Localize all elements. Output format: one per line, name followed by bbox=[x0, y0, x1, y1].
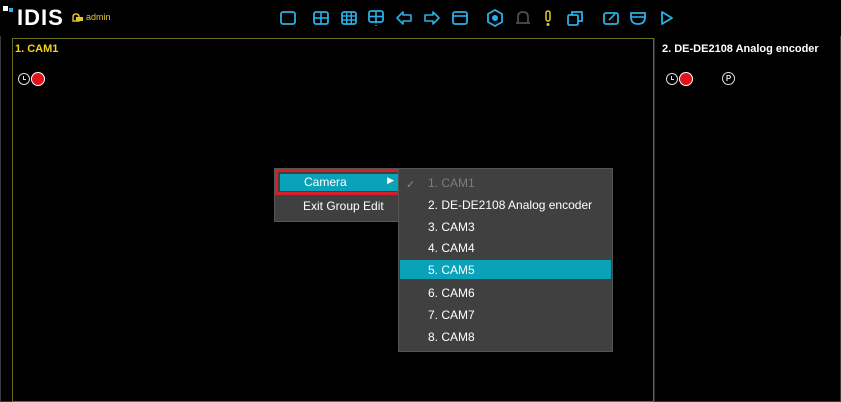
pane-2-title: 2. DE-DE2108 Analog encoder bbox=[662, 43, 819, 55]
play-icon[interactable] bbox=[656, 8, 676, 28]
check-icon: ✓ bbox=[406, 179, 416, 191]
camera-group-icon[interactable] bbox=[485, 8, 505, 28]
camera-option-8[interactable]: 8. CAM8 bbox=[428, 330, 475, 344]
record-indicator-icon bbox=[31, 72, 45, 86]
user-badge[interactable]: admin bbox=[72, 12, 111, 22]
camera-option-1: 1. CAM1 bbox=[428, 176, 475, 190]
ptz-icon[interactable] bbox=[628, 8, 648, 28]
custom-layout-icon[interactable] bbox=[366, 8, 386, 28]
grid-9-layout-icon[interactable] bbox=[339, 8, 359, 28]
user-key-icon bbox=[72, 12, 83, 22]
single-layout-icon[interactable] bbox=[278, 8, 298, 28]
record-indicator-icon bbox=[679, 72, 693, 86]
fullscreen-icon[interactable] bbox=[450, 8, 470, 28]
next-group-icon[interactable] bbox=[422, 8, 442, 28]
previous-group-icon[interactable] bbox=[394, 8, 414, 28]
camera-option-4[interactable]: 4. CAM4 bbox=[428, 241, 475, 255]
camera-option-3[interactable]: 3. CAM3 bbox=[428, 220, 475, 234]
logo-square-blue bbox=[9, 8, 13, 12]
alarm-out-icon[interactable] bbox=[538, 8, 558, 28]
camera-option-7[interactable]: 7. CAM7 bbox=[428, 308, 475, 322]
toolbar: IDIS admin bbox=[0, 0, 841, 36]
menu-item-exit-group-edit[interactable]: Exit Group Edit bbox=[303, 199, 384, 213]
quad-layout-icon[interactable] bbox=[311, 8, 331, 28]
copy-icon[interactable] bbox=[565, 8, 585, 28]
ptz-badge-icon: P bbox=[722, 72, 735, 85]
app-logo: IDIS bbox=[17, 5, 64, 30]
highlight-box bbox=[275, 169, 403, 195]
camera-option-6[interactable]: 6. CAM6 bbox=[428, 286, 475, 300]
camera-option-5[interactable]: 5. CAM5 bbox=[428, 263, 475, 277]
camera-option-2[interactable]: 2. DE-DE2108 Analog encoder bbox=[428, 198, 592, 212]
pane-1-title: 1. CAM1 bbox=[15, 43, 59, 55]
schedule-clock-icon bbox=[18, 73, 30, 85]
pane-divider bbox=[654, 38, 655, 402]
user-name: admin bbox=[86, 12, 111, 22]
schedule-clock-icon bbox=[666, 73, 678, 85]
logo-square-white bbox=[3, 6, 8, 11]
alarm-bell-icon[interactable] bbox=[513, 8, 533, 28]
edit-icon[interactable] bbox=[601, 8, 621, 28]
